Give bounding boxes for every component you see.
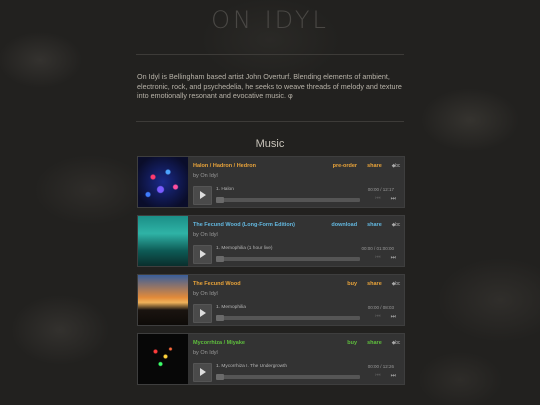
share-link[interactable]: share [367, 222, 382, 228]
bandcamp-player: The Fecund Wood by On Idyl buy share ◆bc… [137, 274, 405, 326]
artist-bio: On Idyl is Bellingham based artist John … [137, 72, 402, 101]
next-track-icon[interactable]: ⏭ [391, 373, 396, 380]
share-link[interactable]: share [367, 281, 382, 287]
track-nav: ⏮ ⏭ [375, 373, 396, 380]
player-info: Halon / Hadron / Hedron by On Idyl pre-o… [193, 161, 401, 205]
previous-track-icon[interactable]: ⏮ [375, 255, 380, 262]
bandcamp-player: Mycorrhiza / Miyake by On Idyl buy share… [137, 333, 405, 385]
album-art[interactable] [138, 334, 188, 384]
track-time: 00:00 / 12:26 [367, 364, 394, 369]
player-actions: buy share ◆bc [347, 340, 400, 346]
player-info: Mycorrhiza / Miyake by On Idyl buy share… [193, 338, 400, 382]
next-track-icon[interactable]: ⏭ [391, 255, 396, 262]
artist-link[interactable]: by On Idyl [193, 291, 218, 297]
track-name: 1. Halon [216, 187, 234, 192]
progress-slider[interactable] [216, 256, 360, 262]
album-title[interactable]: The Fecund Wood [193, 281, 241, 287]
progress-slider[interactable] [216, 197, 360, 203]
progress-knob[interactable] [216, 256, 224, 262]
track-name: 1. Mycorrhiza I. The Undergrowth [216, 364, 288, 369]
bandcamp-logo-icon[interactable]: ◆bc [392, 340, 401, 346]
bandcamp-player: The Fecund Wood (Long-Form Edition) by O… [137, 215, 405, 267]
divider [136, 121, 404, 122]
progress-slider[interactable] [216, 374, 360, 380]
previous-track-icon[interactable]: ⏮ [375, 373, 380, 380]
share-link[interactable]: share [367, 163, 382, 169]
artist-link[interactable]: by On Idyl [193, 350, 218, 356]
track-name: 1. Memophilia [216, 305, 246, 310]
player-info: The Fecund Wood by On Idyl buy share ◆bc… [193, 279, 400, 323]
bandcamp-logo-icon[interactable]: ◆bc [392, 163, 401, 169]
player-actions: download share ◆bc [331, 222, 400, 228]
progress-knob[interactable] [216, 374, 224, 380]
artist-link[interactable]: by On Idyl [193, 232, 218, 238]
album-art[interactable] [138, 157, 188, 207]
progress-slider[interactable] [216, 315, 360, 321]
artist-link[interactable]: by On Idyl [193, 173, 218, 179]
buy-link[interactable]: buy [347, 340, 357, 346]
track-time: 00:00 / 01:00:00 [361, 246, 394, 251]
player-actions: buy share ◆bc [347, 281, 400, 287]
share-link[interactable]: share [367, 340, 382, 346]
album-art[interactable] [138, 275, 188, 325]
album-art[interactable] [138, 216, 188, 266]
next-track-icon[interactable]: ⏭ [391, 196, 396, 203]
track-nav: ⏮ ⏭ [375, 255, 396, 262]
play-button[interactable] [193, 245, 212, 264]
track-name: 1. Memophilia (1 hour live) [216, 246, 273, 251]
album-title[interactable]: Mycorrhiza / Miyake [193, 340, 245, 346]
music-heading: Music [255, 138, 285, 150]
album-title[interactable]: The Fecund Wood (Long-Form Edition) [193, 222, 295, 228]
track-time: 00:00 / 12:17 [367, 187, 394, 192]
progress-knob[interactable] [216, 315, 224, 321]
pre-order-link[interactable]: pre-order [333, 163, 357, 169]
track-nav: ⏮ ⏭ [375, 314, 396, 321]
progress-knob[interactable] [216, 197, 224, 203]
player-actions: pre-order share ◆bc [333, 163, 401, 169]
track-time: 00:00 / 08:03 [367, 305, 394, 310]
divider [136, 54, 404, 55]
previous-track-icon[interactable]: ⏮ [375, 314, 380, 321]
page: ON IDYL On Idyl is Bellingham based arti… [0, 0, 540, 405]
site-title[interactable]: ON IDYL [0, 6, 540, 34]
play-button[interactable] [193, 186, 212, 205]
play-button[interactable] [193, 304, 212, 323]
next-track-icon[interactable]: ⏭ [391, 314, 396, 321]
bandcamp-logo-icon[interactable]: ◆bc [392, 281, 401, 287]
download-link[interactable]: download [331, 222, 357, 228]
previous-track-icon[interactable]: ⏮ [375, 196, 380, 203]
bandcamp-player: Halon / Hadron / Hedron by On Idyl pre-o… [137, 156, 405, 208]
player-info: The Fecund Wood (Long-Form Edition) by O… [193, 220, 400, 264]
album-title[interactable]: Halon / Hadron / Hedron [193, 163, 256, 169]
play-button[interactable] [193, 363, 212, 382]
buy-link[interactable]: buy [347, 281, 357, 287]
bandcamp-logo-icon[interactable]: ◆bc [392, 222, 401, 228]
track-nav: ⏮ ⏭ [375, 196, 396, 203]
